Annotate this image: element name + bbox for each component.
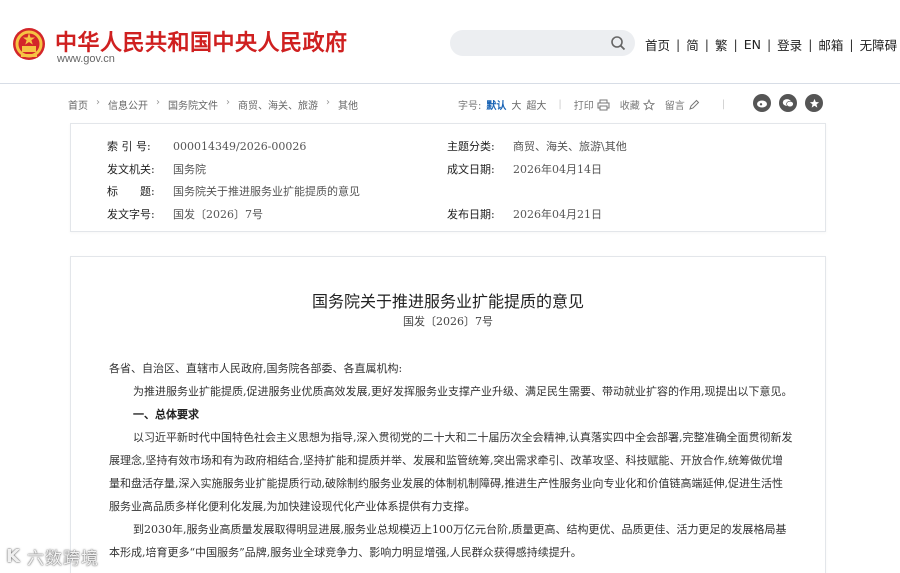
chevron-right-icon: › <box>96 97 100 108</box>
meta-value: 国务院 <box>173 163 206 176</box>
font-size-label: 字号: <box>458 101 482 112</box>
breadcrumb-home[interactable]: 首页 <box>68 97 88 112</box>
meta-value: 商贸、海关、旅游\其他 <box>513 140 627 153</box>
weibo-icon <box>757 100 767 108</box>
article-body: 各省、自治区、直辖市人民政府,国务院各部委、各直属机构: 为推进服务业扩能提质,… <box>109 357 793 564</box>
font-size-xlarge[interactable]: 超大 <box>526 97 546 112</box>
breadcrumb-bar: 首页 › 信息公开 › 国务院文件 › 商贸、海关、旅游 › 其他 字号: 默认… <box>68 94 828 114</box>
breadcrumb: 首页 › 信息公开 › 国务院文件 › 商贸、海关、旅游 › 其他 <box>68 97 358 112</box>
section-heading: 一、总体要求 <box>133 408 199 421</box>
weibo-share-button[interactable] <box>753 94 771 112</box>
star-icon <box>642 98 655 110</box>
meta-key: 标 题: <box>107 185 155 198</box>
nav-accessibility[interactable]: 无障碍 <box>860 35 898 54</box>
font-size-large[interactable]: 大 <box>511 97 521 112</box>
breadcrumb-other[interactable]: 其他 <box>338 97 358 112</box>
meta-doc-no: 发文字号: 国发〔2026〕7号 <box>107 206 263 222</box>
nav-home[interactable]: 首页 <box>645 35 670 54</box>
comment-button[interactable]: 留言 <box>665 97 700 112</box>
search-input[interactable] <box>450 30 635 56</box>
favorite-button[interactable]: 收藏 <box>620 97 655 112</box>
breadcrumb-info-public[interactable]: 信息公开 <box>108 97 148 112</box>
watermark: K 六数跨境 <box>6 544 99 569</box>
nav-simplified[interactable]: 简 <box>686 35 699 54</box>
salutation: 各省、自治区、直辖市人民政府,国务院各部委、各直属机构: <box>109 362 403 375</box>
nav-traditional[interactable]: 繁 <box>715 35 728 54</box>
favorite-label: 收藏 <box>619 101 640 112</box>
nav-separator: | <box>704 37 709 52</box>
pencil-icon <box>688 99 699 110</box>
nav-separator: | <box>733 37 738 52</box>
print-button[interactable]: 打印 <box>574 97 610 112</box>
meta-issuer: 发文机关: 国务院 <box>107 161 206 177</box>
watermark-logo: K <box>6 546 21 567</box>
divider: | <box>558 99 562 110</box>
divider: | <box>721 99 726 110</box>
comment-label: 留言 <box>664 101 685 112</box>
favorites-share-button[interactable] <box>805 94 823 112</box>
nav-separator: | <box>808 37 813 52</box>
paragraph: 到2030年,服务业高质量发展取得明显进展,服务业总规模迈上100万亿元台阶,质… <box>109 523 787 559</box>
paragraph: 为推进服务业扩能提质,促进服务业优质高效发展,更好发挥服务业支撑产业升级、满足民… <box>133 385 793 398</box>
meta-subject: 主题分类: 商贸、海关、旅游\其他 <box>447 138 627 154</box>
meta-key: 成文日期: <box>447 163 495 176</box>
meta-key: 发布日期: <box>447 208 495 221</box>
meta-title: 标 题: 国务院关于推进服务业扩能提质的意见 <box>107 183 360 199</box>
nav-separator: | <box>676 37 681 52</box>
nav-login[interactable]: 登录 <box>777 35 802 54</box>
article-doc-number: 国发〔2026〕7号 <box>403 315 493 328</box>
article-content: 国务院关于推进服务业扩能提质的意见 国发〔2026〕7号 各省、自治区、直辖市人… <box>70 256 826 573</box>
breadcrumb-category[interactable]: 商贸、海关、旅游 <box>238 97 318 112</box>
breadcrumb-state-council-docs[interactable]: 国务院文件 <box>168 97 218 112</box>
nav-separator: | <box>766 37 772 52</box>
site-url: www.gov.cn <box>57 53 115 65</box>
meta-index-no: 索 引 号: 000014349/2026-00026 <box>107 138 306 154</box>
meta-value: 国发〔2026〕7号 <box>173 208 263 221</box>
chevron-right-icon: › <box>226 97 230 108</box>
meta-key: 主题分类: <box>447 140 495 153</box>
meta-value: 2026年04月14日 <box>513 163 602 176</box>
paragraph: 以习近平新时代中国特色社会主义思想为指导,深入贯彻党的二十大和二十届历次全会精神… <box>109 431 793 513</box>
print-label: 打印 <box>573 101 594 112</box>
site-header: 中华人民共和国中央人民政府 www.gov.cn 首页 | 简 | 繁 | EN… <box>0 0 900 84</box>
nav-english[interactable]: EN <box>744 37 761 52</box>
wechat-icon <box>782 99 794 108</box>
printer-icon <box>597 99 610 110</box>
article-title: 国务院关于推进服务业扩能提质的意见 <box>311 292 584 311</box>
chevron-right-icon: › <box>156 97 160 108</box>
meta-key: 发文字号: <box>107 208 155 221</box>
document-metadata: 索 引 号: 000014349/2026-00026 主题分类: 商贸、海关、旅游… <box>70 123 826 232</box>
meta-key: 索 引 号: <box>107 140 151 153</box>
nav-mail[interactable]: 邮箱 <box>818 35 843 54</box>
article-tools: 字号: 默认 大 超大 | 打印 收藏 留言 | <box>458 97 737 112</box>
meta-value: 000014349/2026-00026 <box>173 140 307 153</box>
chevron-right-icon: › <box>326 97 330 108</box>
meta-value: 2026年04月21日 <box>513 208 602 221</box>
top-nav: 首页 | 简 | 繁 | EN | 登录 | 邮箱 | 无障碍 <box>645 35 897 54</box>
font-size-default[interactable]: 默认 <box>486 97 506 112</box>
wechat-share-button[interactable] <box>779 94 797 112</box>
share-buttons <box>753 94 831 112</box>
watermark-text: 六数跨境 <box>26 549 99 569</box>
search-icon[interactable] <box>610 35 626 51</box>
meta-key: 发文机关: <box>107 163 155 176</box>
meta-value: 国务院关于推进服务业扩能提质的意见 <box>173 185 360 198</box>
nav-separator: | <box>849 37 854 52</box>
meta-written-date: 成文日期: 2026年04月14日 <box>447 161 602 177</box>
meta-publish-date: 发布日期: 2026年04月21日 <box>447 206 602 222</box>
star-icon <box>809 98 819 108</box>
national-emblem-icon[interactable] <box>12 26 46 62</box>
